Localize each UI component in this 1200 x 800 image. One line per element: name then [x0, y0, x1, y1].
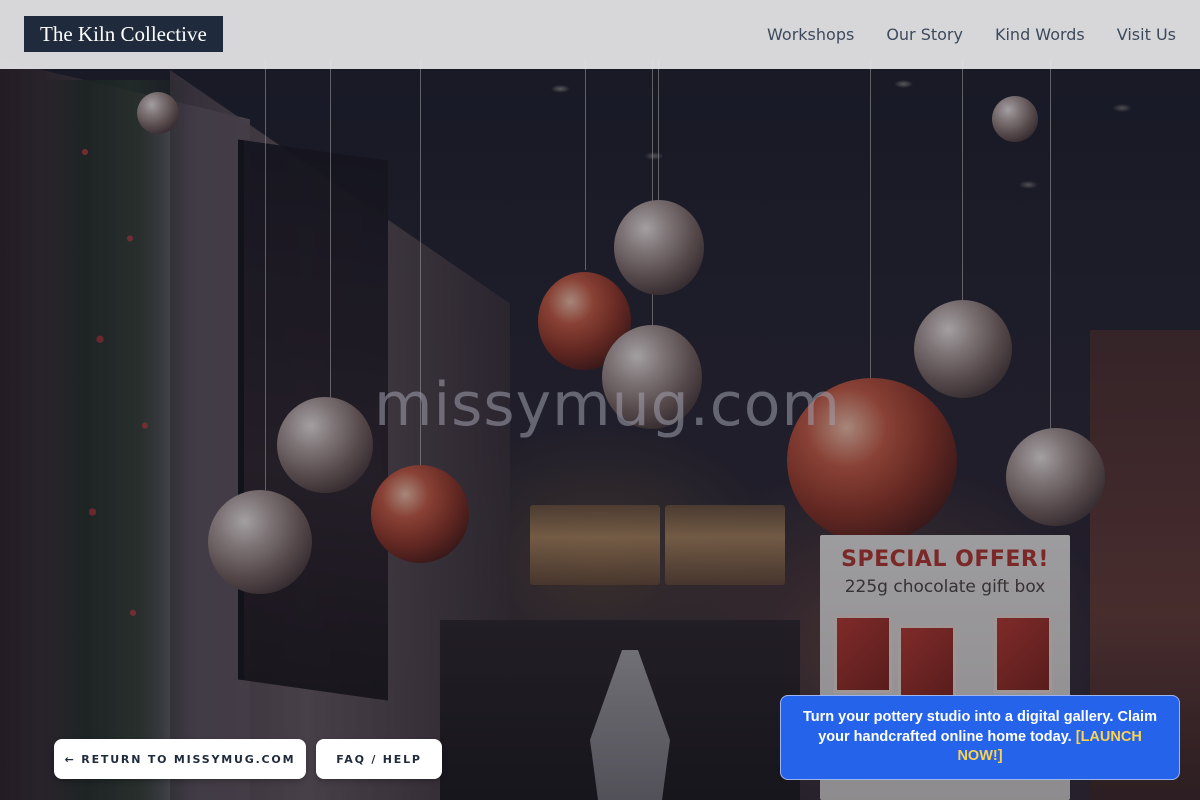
return-to-site-button[interactable]: ← RETURN TO MISSYMUG.COM: [54, 739, 306, 779]
faq-help-button[interactable]: FAQ / HELP: [316, 739, 442, 779]
main-nav: Workshops Our Story Kind Words Visit Us: [767, 0, 1176, 69]
hero-background-photo: SPECIAL OFFER! 225g chocolate gift box m…: [0, 0, 1200, 800]
promo-banner: Turn your pottery studio into a digital …: [780, 695, 1180, 780]
nav-link-our-story[interactable]: Our Story: [886, 25, 963, 44]
site-header: The Kiln Collective Workshops Our Story …: [0, 0, 1200, 69]
nav-link-kind-words[interactable]: Kind Words: [995, 25, 1085, 44]
nav-link-workshops[interactable]: Workshops: [767, 25, 854, 44]
nav-link-visit-us[interactable]: Visit Us: [1117, 25, 1176, 44]
watermark-text: missymug.com: [374, 370, 841, 440]
brand-logo[interactable]: The Kiln Collective: [24, 16, 223, 52]
